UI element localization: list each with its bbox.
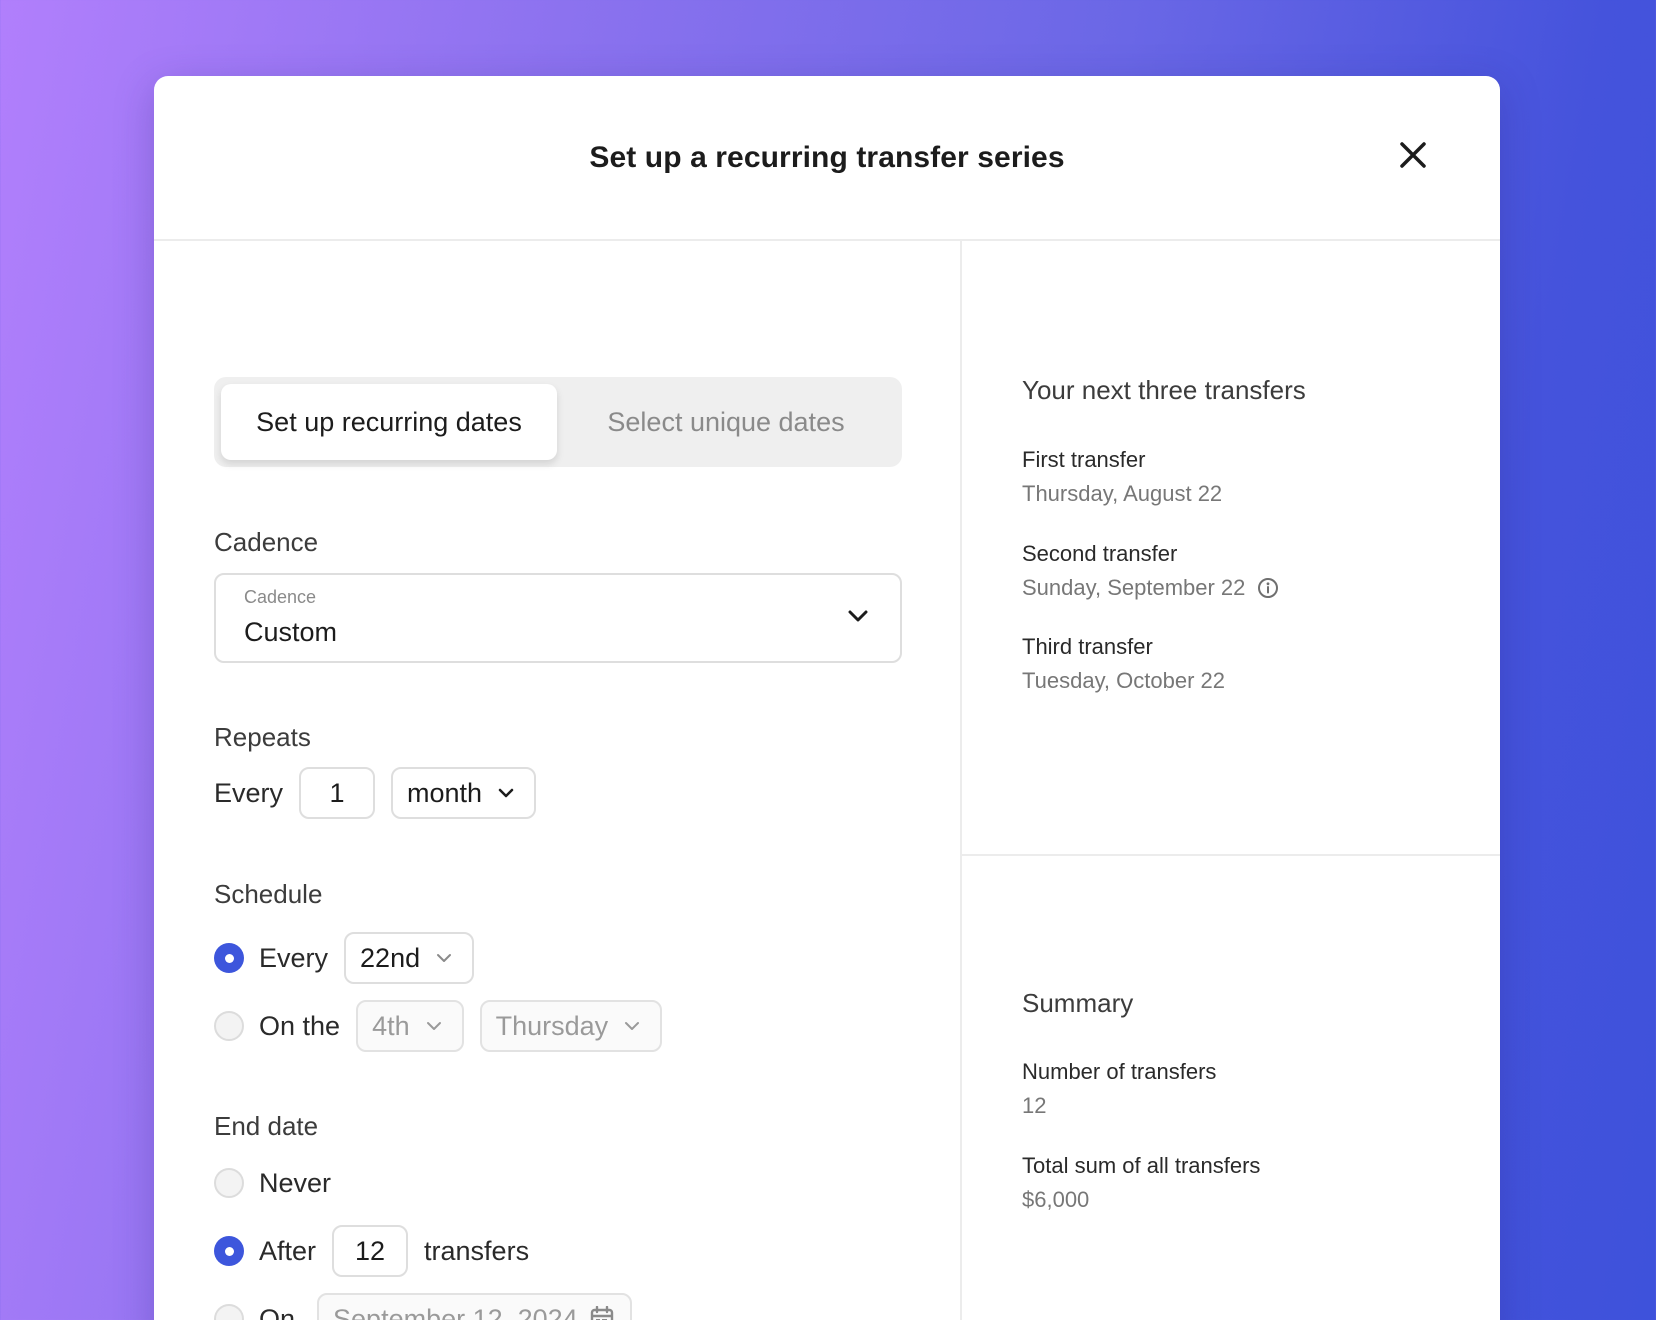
schedule-option-on-the: On the 4th Thursday — [214, 1000, 663, 1052]
repeats-section-label: Repeats — [214, 722, 311, 752]
schedule-ordinal-value: 4th — [372, 1010, 410, 1041]
modal-title: Set up a recurring transfer series — [589, 140, 1065, 174]
end-date-option-never: Never — [214, 1157, 331, 1209]
tab-recurring-dates[interactable]: Set up recurring dates — [221, 384, 557, 460]
repeats-interval-value: 1 — [329, 777, 345, 808]
close-icon — [1400, 142, 1426, 168]
end-date-section-label: End date — [214, 1111, 319, 1141]
recurring-transfer-modal: Set up a recurring transfer series Set u… — [154, 76, 1500, 1320]
schedule-on-the-radio[interactable] — [214, 1011, 244, 1041]
schedule-section-label: Schedule — [214, 879, 323, 909]
summary-heading: Summary — [1022, 988, 1134, 1018]
transfer-date-row: Sunday, September 22 — [1022, 575, 1279, 601]
tab-unique-dates[interactable]: Select unique dates — [557, 384, 895, 460]
end-after-label: After — [259, 1235, 317, 1266]
schedule-day-select[interactable]: 22nd — [344, 932, 475, 984]
end-never-radio[interactable] — [214, 1168, 244, 1198]
mode-segmented-control: Set up recurring dates Select unique dat… — [214, 377, 902, 467]
summary-panel: Summary Number of transfers 12 Total sum… — [962, 856, 1500, 1320]
end-date-option-on: On September 12, 2024 — [214, 1293, 632, 1320]
summary-value: 12 — [1022, 1093, 1047, 1118]
schedule-every-label: Every — [259, 942, 329, 973]
summary-label: Number of transfers — [1022, 1059, 1217, 1084]
schedule-weekday-value: Thursday — [495, 1010, 609, 1041]
schedule-option-every: Every 22nd — [214, 932, 475, 984]
repeats-prefix: Every — [214, 777, 284, 808]
repeats-interval-input[interactable]: 1 — [299, 767, 376, 819]
next-transfers-panel: Your next three transfers First transfer… — [962, 241, 1500, 856]
chevron-down-icon — [436, 953, 452, 963]
transfer-label: Second transfer — [1022, 541, 1178, 566]
form-pane: Set up recurring dates Select unique dat… — [154, 241, 962, 1320]
chevron-down-icon — [426, 1021, 442, 1031]
summary-value: $6,000 — [1022, 1187, 1090, 1212]
cadence-section-label: Cadence — [214, 527, 319, 557]
end-after-count-value: 12 — [355, 1235, 386, 1266]
transfer-date: Thursday, August 22 — [1022, 481, 1223, 506]
end-on-radio[interactable] — [214, 1304, 244, 1320]
transfer-date: Tuesday, October 22 — [1022, 668, 1225, 693]
chevron-down-icon — [624, 1021, 640, 1031]
schedule-ordinal-select[interactable]: 4th — [356, 1000, 464, 1052]
end-after-radio[interactable] — [214, 1236, 244, 1266]
end-after-suffix: transfers — [424, 1235, 530, 1266]
schedule-every-radio[interactable] — [214, 943, 244, 973]
modal-header: Set up a recurring transfer series — [154, 76, 1500, 241]
chevron-down-icon — [848, 609, 868, 628]
summary-label: Total sum of all transfers — [1022, 1153, 1261, 1178]
transfer-label: Third transfer — [1022, 634, 1153, 659]
cadence-value: Custom — [244, 617, 338, 647]
info-icon[interactable] — [1257, 577, 1279, 599]
close-button[interactable] — [1396, 138, 1430, 172]
next-transfers-heading: Your next three transfers — [1022, 375, 1306, 405]
schedule-weekday-select[interactable]: Thursday — [479, 1000, 663, 1052]
preview-pane: Your next three transfers First transfer… — [962, 241, 1500, 1320]
cadence-field-label: Cadence — [244, 587, 317, 607]
end-never-label: Never — [259, 1167, 332, 1198]
end-date-input[interactable]: September 12, 2024 — [317, 1293, 632, 1320]
chevron-down-icon — [498, 788, 514, 798]
end-on-label: On — [259, 1303, 296, 1320]
end-date-value: September 12, 2024 — [333, 1303, 578, 1320]
repeats-unit-select[interactable]: month — [391, 767, 537, 819]
schedule-on-the-label: On the — [259, 1010, 341, 1041]
repeats-row: Every 1 month — [214, 767, 537, 819]
transfer-label: First transfer — [1022, 447, 1146, 472]
schedule-day-value: 22nd — [360, 942, 421, 973]
transfer-date: Sunday, September 22 — [1022, 575, 1246, 600]
calendar-icon[interactable] — [590, 1306, 614, 1320]
repeats-unit-value: month — [407, 777, 483, 808]
end-date-option-after: After 12 transfers — [214, 1225, 529, 1277]
cadence-select[interactable]: Cadence Custom — [214, 573, 902, 663]
end-after-count-input[interactable]: 12 — [332, 1225, 409, 1277]
